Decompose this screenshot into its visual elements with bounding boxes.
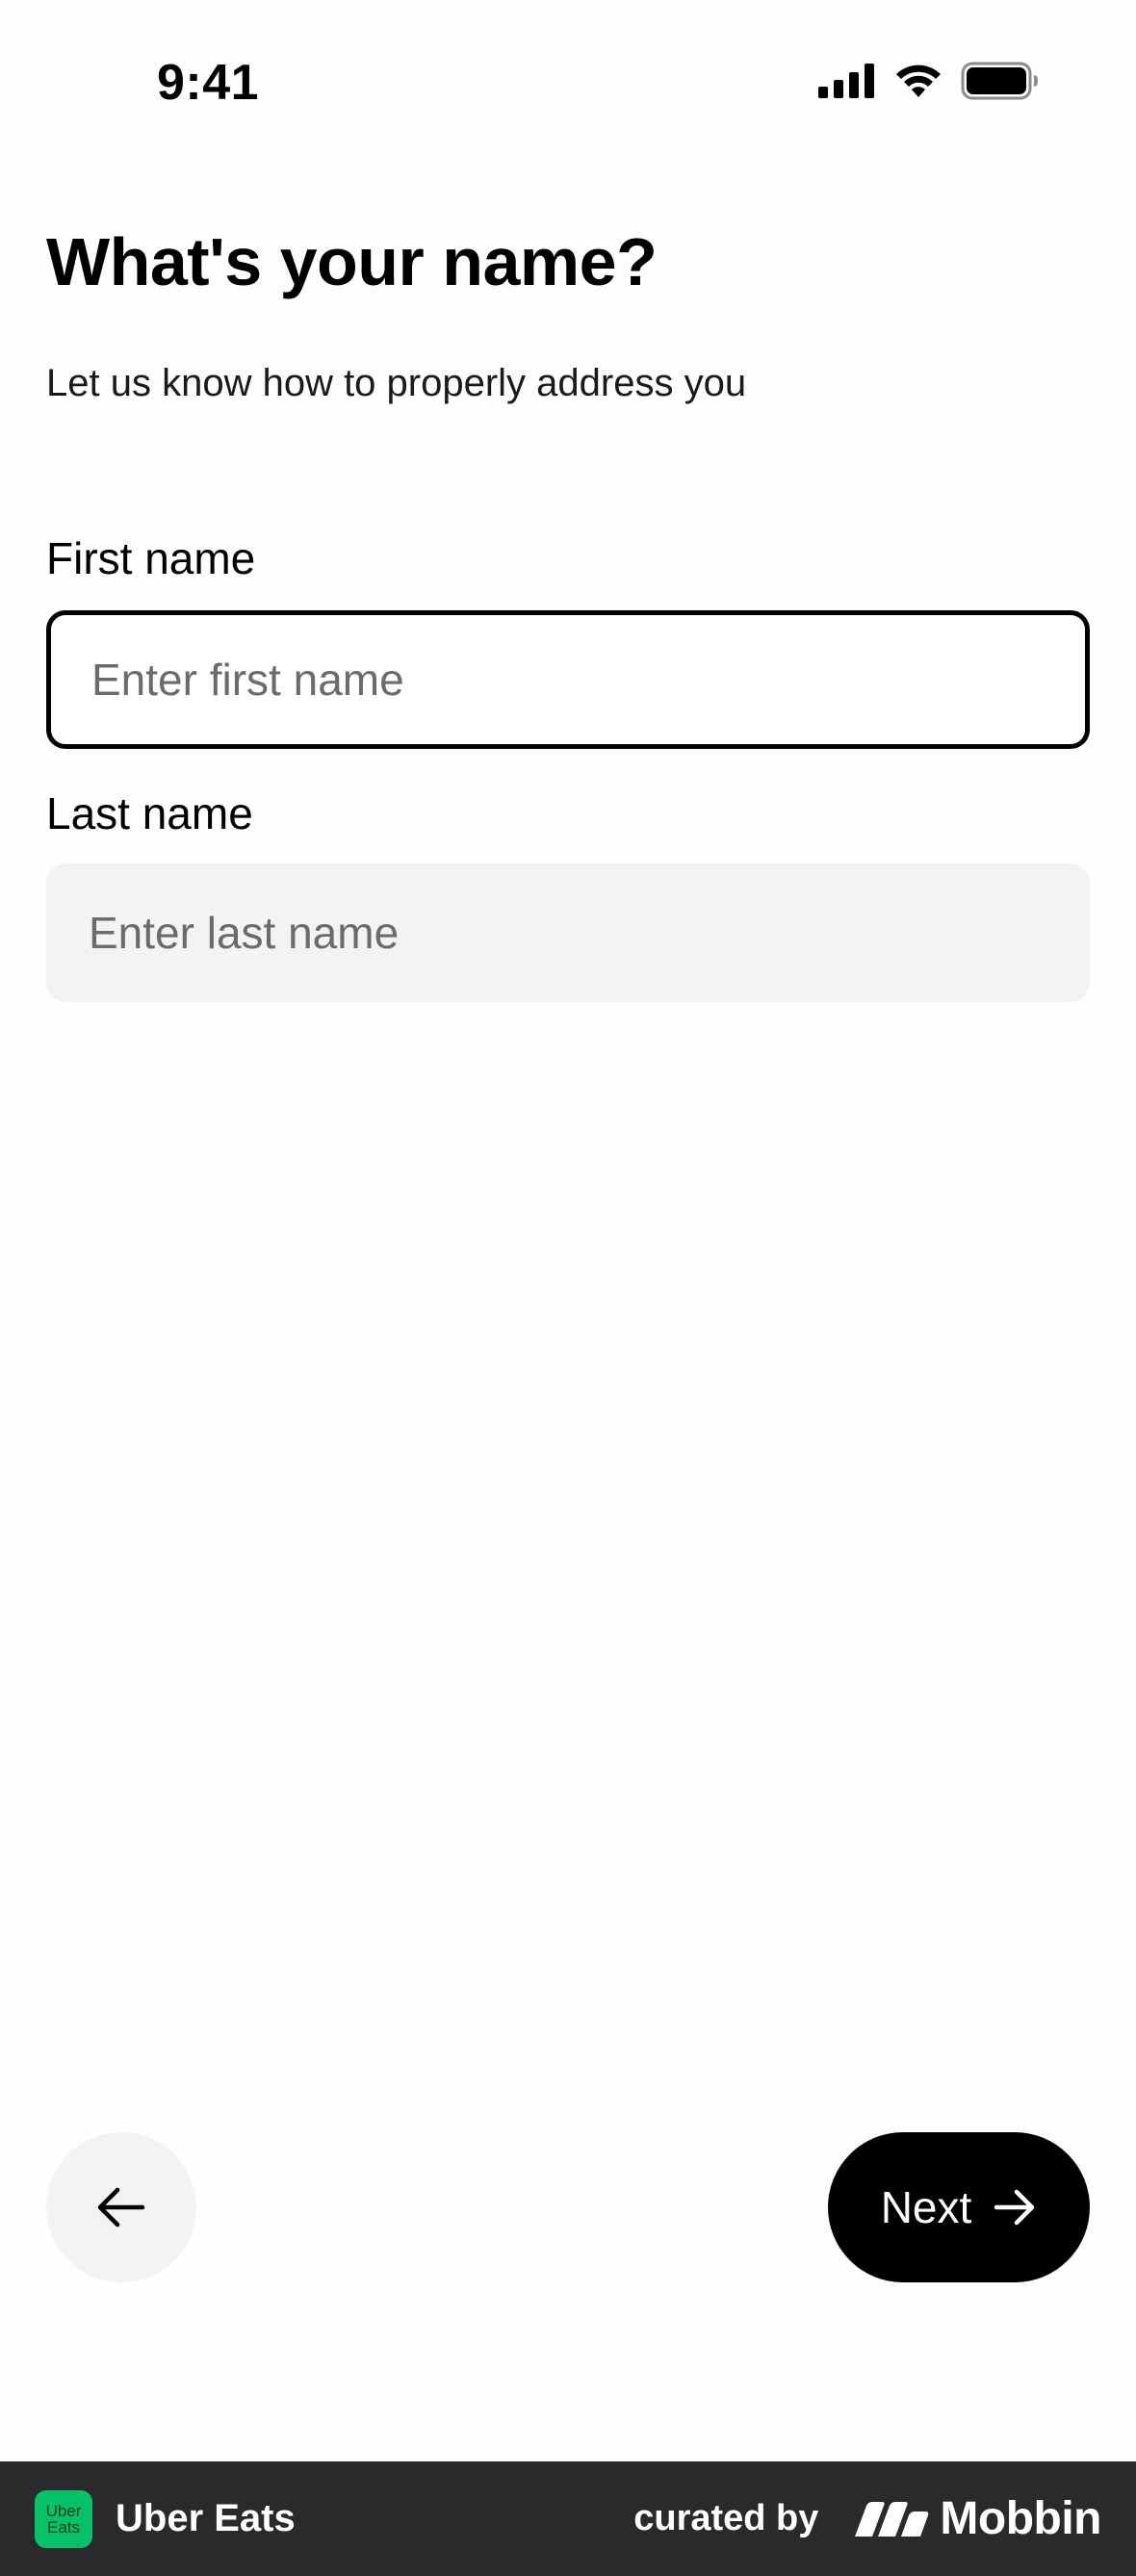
status-bar: 9:41 (0, 0, 1136, 168)
mobbin-brand: Mobbin (853, 2492, 1101, 2545)
next-button-label: Next (880, 2182, 972, 2232)
battery-icon (961, 62, 1038, 100)
footer-credit: curated by Mobbin (633, 2492, 1101, 2545)
status-time: 9:41 (157, 55, 260, 111)
app-name: Uber Eats (116, 2497, 296, 2539)
next-button[interactable]: Next (828, 2132, 1090, 2282)
footer-bar: Uber Eats Uber Eats curated by Mobbin (0, 2461, 1136, 2576)
uber-eats-logo-icon: Uber Eats (35, 2489, 92, 2548)
footer-app-info: Uber Eats Uber Eats (35, 2489, 296, 2548)
wifi-icon (896, 64, 941, 97)
page-title: What's your name? (46, 224, 658, 299)
last-name-input[interactable] (46, 863, 1090, 1002)
app-logo-line-1: Uber (45, 2501, 82, 2520)
brand-name: Mobbin (940, 2493, 1101, 2544)
name-entry-screen: 9:41 What's your name? Let us know how t… (0, 0, 1136, 2576)
last-name-label: Last name (46, 788, 253, 838)
back-button[interactable] (46, 2132, 196, 2282)
curated-by-label: curated by (633, 2498, 819, 2538)
arrow-left-icon (97, 2187, 145, 2228)
first-name-label: First name (46, 533, 256, 583)
cellular-signal-icon (818, 64, 874, 98)
arrow-right-icon (994, 2189, 1035, 2226)
app-logo-line-2: Eats (46, 2517, 81, 2537)
first-name-input[interactable] (46, 610, 1090, 749)
status-icons (818, 62, 1040, 100)
mobbin-logo-icon (855, 2501, 929, 2537)
page-subtitle: Let us know how to properly address you (46, 362, 747, 404)
